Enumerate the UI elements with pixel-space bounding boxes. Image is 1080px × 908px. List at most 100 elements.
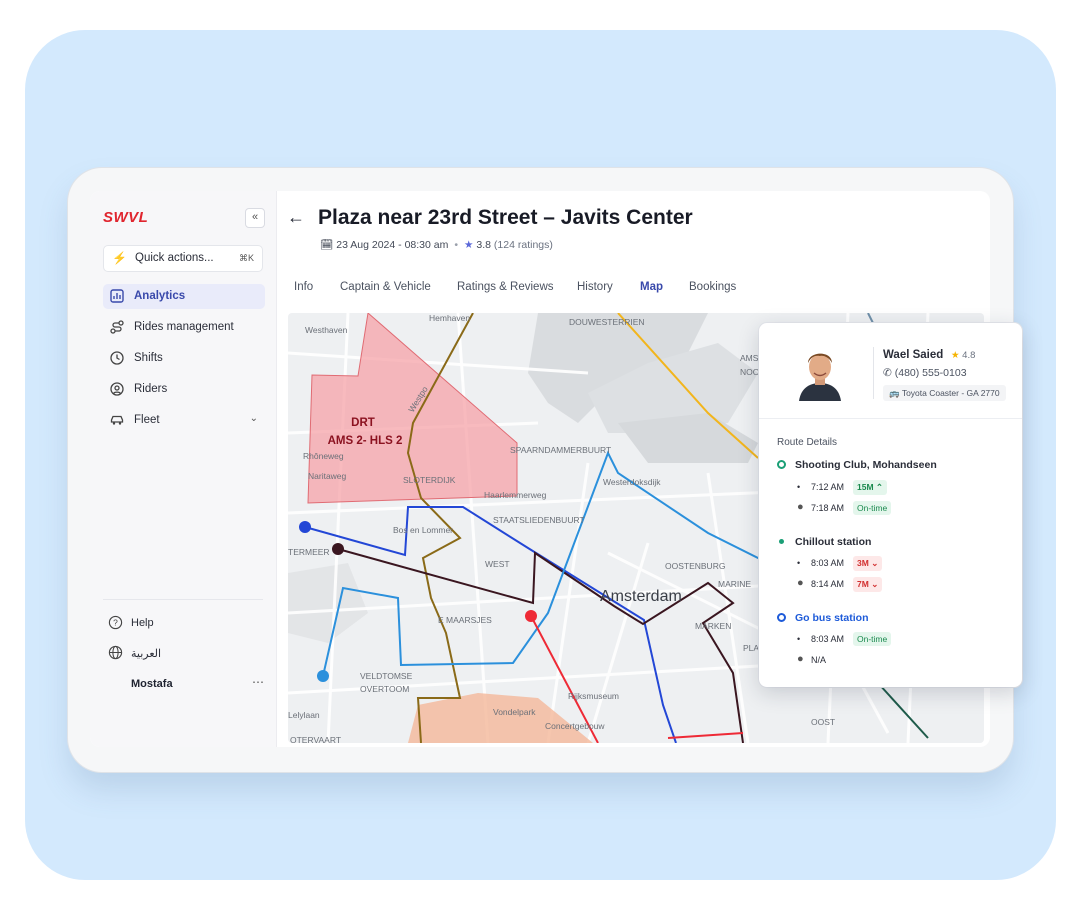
route-details-title: Route Details (777, 437, 838, 448)
stop-name: Chillout station (795, 536, 872, 548)
sidebar-item-label: Rides management (134, 321, 234, 333)
map-label: MARKEN (695, 621, 731, 631)
bus-icon: 🚌 (889, 388, 900, 398)
map-label: Concertgebouw (545, 721, 605, 731)
shortcut-hint: ⌘K (238, 253, 254, 263)
chevron-down-icon: ⌄ (249, 413, 258, 424)
captain-phone-number: (480) 555-0103 (894, 367, 967, 379)
clock-icon (110, 351, 124, 365)
ride-meta: 🗓 23 Aug 2024 - 08:30 am • ★ 3.8 (124 rati… (320, 239, 553, 251)
route-point-dark[interactable] (332, 543, 344, 555)
star-icon: ★ (464, 239, 474, 251)
quick-actions-button[interactable]: ⚡ Quick actions... ⌘K (103, 245, 263, 272)
route-point-red[interactable] (525, 610, 537, 622)
delay-badge: 15M ⌃ (853, 480, 888, 495)
double-chevron-left-icon: « (251, 211, 259, 223)
sidebar: SWVL « ⚡ Quick actions... ⌘K Analytics R… (90, 191, 277, 747)
city-label: Amsterdam (600, 588, 682, 605)
map-label: Lelylaan (288, 710, 320, 720)
sidebar-item-shifts[interactable]: Shifts (103, 346, 265, 371)
chart-icon (110, 289, 124, 303)
tab-captain-vehicle[interactable]: Captain & Vehicle (340, 281, 431, 293)
orange-zone (408, 693, 593, 743)
map-label: Westhaven (305, 325, 348, 335)
actual-time: 8:14 AM (811, 579, 845, 589)
sidebar-item-label: Analytics (134, 290, 186, 302)
map-label: Rijksmuseum (568, 691, 619, 701)
map-label: E MAARSJES (438, 615, 492, 625)
user-icon (110, 382, 124, 396)
map-label: SLOTERDIJK (403, 475, 456, 485)
quick-actions-label: Quick actions... (135, 252, 214, 264)
sidebar-item-riders[interactable]: Riders (103, 377, 265, 402)
user-name[interactable]: Mostafa (131, 678, 173, 690)
ride-rating: 3.8 (476, 239, 491, 251)
map-label: Westerdoksdijk (603, 477, 661, 487)
captain-name: Wael Saied (883, 349, 944, 361)
vehicle-badge: 🚌 Toyota Coaster - GA 2770 (883, 385, 1006, 401)
zone-label: DRT (351, 417, 375, 429)
sidebar-divider (103, 599, 263, 600)
chevron-up-icon: ⌃ (875, 482, 884, 492)
map-label: Vondelpark (493, 707, 536, 717)
sidebar-item-analytics[interactable]: Analytics (103, 284, 265, 309)
tab-map[interactable]: Map (640, 281, 663, 293)
filled-dot-icon: ● (797, 577, 804, 589)
tab-info[interactable]: Info (294, 281, 313, 293)
svg-text:?: ? (113, 618, 118, 628)
map-label: NOO (740, 367, 760, 377)
delay-value: 15M (857, 482, 874, 492)
more-options-icon[interactable]: ⋯ (252, 675, 264, 689)
map-label: OOSTENBURG (665, 561, 725, 571)
calendar-icon: 🗓 (320, 239, 334, 251)
page-title: Plaza near 23rd Street – Javits Center (318, 206, 693, 229)
delay-badge: 3M ⌄ (853, 556, 883, 571)
planned-time: 8:03 AM (811, 558, 845, 568)
captain-rating: ★ 4.8 (951, 350, 975, 361)
stop-name: Go bus station (795, 612, 869, 624)
stop-name: Shooting Club, Mohandseen (795, 459, 937, 471)
bolt-icon: ⚡ (112, 251, 127, 265)
planned-time: 7:12 AM (811, 482, 845, 492)
zone-label: AMS 2- HLS 2 (328, 435, 403, 447)
map-label: WEST (485, 559, 510, 569)
delay-value: 3M (857, 558, 869, 568)
sidebar-item-label: Fleet (134, 414, 160, 426)
map-label: Bos en Lommer (393, 525, 453, 535)
map-label: VELDTOMSE (360, 671, 413, 681)
bullet-icon: • (797, 558, 801, 568)
captain-rating-value: 4.8 (962, 350, 976, 361)
back-arrow-icon[interactable]: ← (287, 207, 305, 228)
car-icon (110, 415, 124, 425)
delay-badge: 7M ⌄ (853, 577, 883, 592)
route-point-light-blue[interactable] (317, 670, 329, 682)
sidebar-item-label: Riders (134, 383, 168, 395)
chevron-down-icon: ⌄ (871, 579, 879, 589)
map-label: Hemhaven (429, 313, 470, 323)
bullet-icon: • (797, 482, 801, 492)
tab-history[interactable]: History (577, 281, 613, 293)
actual-time: 7:18 AM (811, 503, 845, 513)
map-label: SPAARNDAMMERBUURT (510, 445, 611, 455)
filled-dot-icon: ● (797, 501, 804, 513)
captain-phone[interactable]: ✆ (480) 555-0103 (883, 367, 967, 379)
delay-value: 7M (857, 579, 869, 589)
map-label: OTERVAART (290, 735, 341, 743)
vehicle-label: Toyota Coaster - GA 2770 (901, 388, 1000, 398)
map-label: OOST (811, 717, 835, 727)
tab-ratings-reviews[interactable]: Ratings & Reviews (457, 281, 554, 293)
chevron-down-icon: ⌄ (871, 558, 879, 568)
help-label: Help (131, 617, 154, 629)
route-point-blue[interactable] (299, 521, 311, 533)
map-label: Naritaweg (308, 471, 347, 481)
collapse-sidebar-button[interactable]: « (245, 208, 265, 228)
language-label: العربية (131, 648, 162, 660)
sidebar-item-fleet[interactable]: Fleet ⌄ (103, 408, 265, 433)
captain-avatar (795, 343, 845, 401)
park-area (288, 563, 368, 643)
tab-bookings[interactable]: Bookings (689, 281, 736, 293)
divider (759, 418, 1022, 419)
rating-count: (124 ratings) (493, 239, 553, 251)
sidebar-item-rides-management[interactable]: Rides management (103, 315, 265, 340)
globe-icon (108, 645, 123, 660)
